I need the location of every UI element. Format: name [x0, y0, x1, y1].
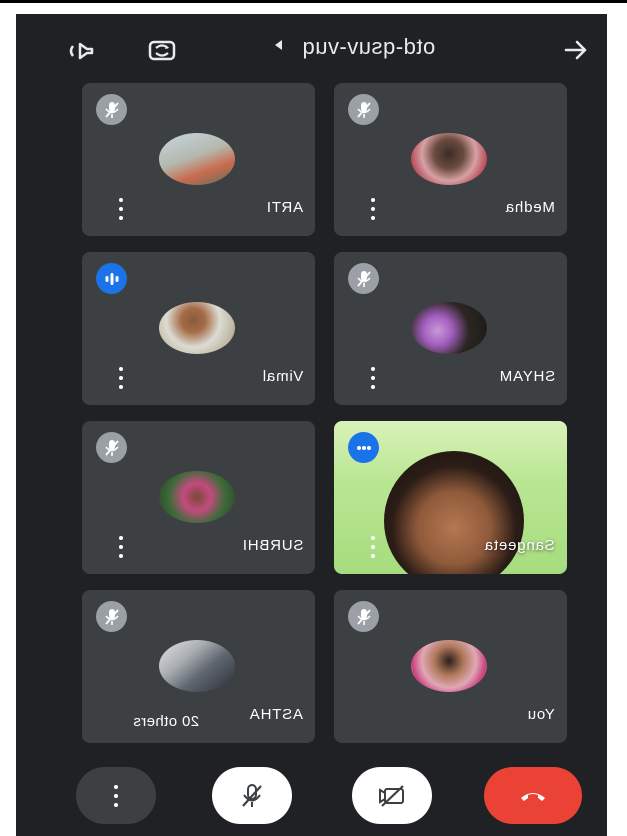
avatar — [159, 640, 235, 692]
participant-tile-shyam[interactable]: SHYAM — [334, 252, 567, 405]
participant-tile-you[interactable]: You — [334, 590, 567, 743]
participant-name: Vimal — [261, 368, 303, 385]
participant-tile-sangeeta[interactable]: Sangeeta — [334, 421, 567, 574]
speaker-icon[interactable] — [66, 36, 100, 66]
participant-name: ARTI — [265, 199, 303, 216]
mic-off-icon — [96, 601, 127, 632]
more-vert-icon[interactable] — [370, 367, 376, 389]
participant-tile-surbhi[interactable]: SURBHI — [82, 421, 315, 574]
mic-toggle-button[interactable] — [212, 767, 292, 824]
phone-hangup-icon — [521, 792, 545, 801]
more-vert-icon — [113, 784, 119, 807]
audio-level-icon — [96, 263, 127, 294]
arrow-right-icon[interactable] — [560, 36, 592, 64]
participant-name: You — [527, 706, 555, 723]
mic-off-icon — [348, 263, 379, 294]
avatar — [411, 133, 487, 185]
mic-off-icon — [96, 94, 127, 125]
more-vert-icon[interactable] — [118, 367, 124, 389]
participant-name: SURBHI — [241, 537, 303, 554]
video-feed — [384, 451, 524, 574]
meeting-info-caret-icon[interactable] — [275, 40, 282, 50]
more-vert-icon[interactable] — [118, 198, 124, 220]
others-count-label: 20 others — [132, 712, 200, 730]
participant-tile-arti[interactable]: ARTI — [82, 83, 315, 236]
mic-off-icon — [96, 432, 127, 463]
more-vert-icon[interactable] — [118, 536, 124, 558]
more-vert-icon[interactable] — [370, 198, 376, 220]
top-bar: otd-qsuv-vuq — [16, 14, 607, 86]
participant-tile-vimal[interactable]: Vimal — [82, 252, 315, 405]
switch-camera-icon[interactable] — [144, 34, 180, 66]
participant-name: ASTHA — [248, 706, 303, 723]
participant-name: SHYAM — [498, 368, 555, 385]
avatar — [159, 302, 235, 354]
top-border — [0, 0, 627, 3]
avatar — [159, 471, 235, 523]
mic-off-icon — [242, 783, 262, 807]
more-vert-icon[interactable] — [370, 536, 376, 558]
avatar — [411, 302, 487, 354]
mic-off-icon — [348, 94, 379, 125]
meeting-code[interactable]: otd-qsuv-vuq — [302, 34, 435, 60]
avatar — [411, 640, 487, 692]
participant-name: Sangeeta — [484, 537, 555, 554]
others-count-badge[interactable]: 20 others — [94, 702, 238, 740]
end-call-button[interactable] — [484, 767, 582, 824]
camera-toggle-button[interactable] — [352, 767, 432, 824]
audio-level-icon — [348, 432, 379, 463]
meet-screen: otd-qsuv-vuq ARTI Medha Vimal SHYAM SURB… — [16, 14, 607, 836]
avatar — [159, 133, 235, 185]
mic-off-icon — [348, 601, 379, 632]
participant-name: Medha — [505, 199, 555, 216]
participant-tile-medha[interactable]: Medha — [334, 83, 567, 236]
camera-off-icon — [379, 784, 404, 807]
more-options-button[interactable] — [76, 767, 156, 824]
